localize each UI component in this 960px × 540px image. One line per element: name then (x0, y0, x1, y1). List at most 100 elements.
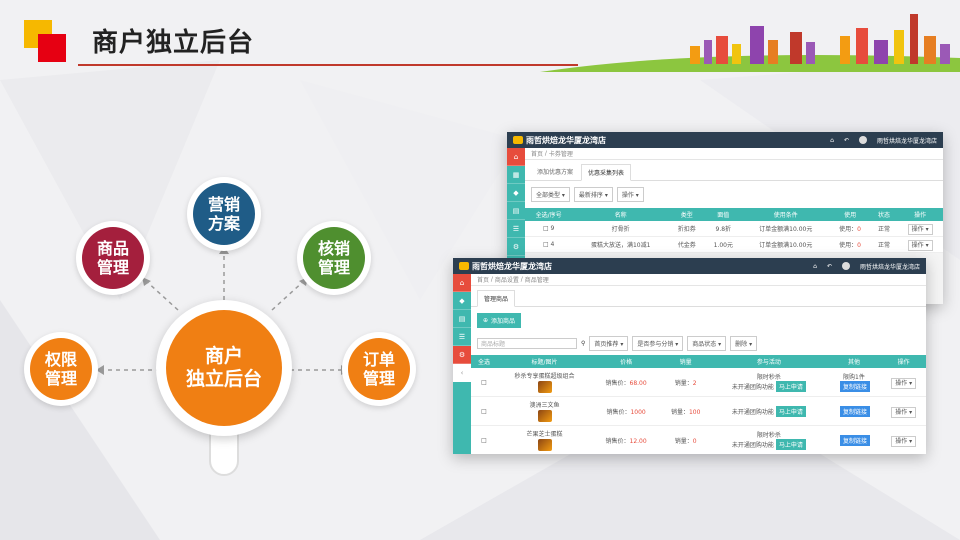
goods-title[interactable]: 秒杀专享蛋糕超级组合 (515, 373, 575, 380)
price-value: 68.00 (629, 379, 647, 387)
filter-type[interactable]: 全部类型 ▾ (531, 187, 570, 202)
goods-title[interactable]: 芒果芝士蛋糕 (527, 431, 563, 438)
sidebar-doc-icon[interactable]: ▤ (453, 310, 471, 328)
toolbar: ⊕ 添加商品 (471, 307, 926, 332)
user-name[interactable]: 雨哲烘焙龙华厦龙湾店 (877, 136, 937, 145)
filter-sort[interactable]: 最新排序 ▾ (573, 187, 613, 202)
goods-other: 限购1件 复制链接 (826, 368, 882, 397)
operate-button[interactable]: 操作 ▾ (907, 240, 933, 251)
topbar-right: ⌂ ↶ 雨哲烘焙龙华厦龙湾店 (813, 262, 920, 271)
use-count: 0 (857, 242, 861, 249)
filter-distribution[interactable]: 是否参与分销 ▾ (632, 336, 684, 351)
op-cell: 操作 ▾ (881, 368, 926, 397)
sidebar-list-icon[interactable]: ☰ (453, 328, 471, 346)
sidebar-home-icon[interactable]: ⌂ (507, 148, 525, 166)
sidebar-home-icon[interactable]: ⌂ (453, 274, 471, 292)
goods-title-cell: 秒杀专享蛋糕超级组合 (496, 368, 593, 397)
row-checkbox[interactable]: □ (471, 425, 497, 454)
op-cell: 操作 ▾ (881, 425, 926, 454)
add-goods-button[interactable]: ⊕ 添加商品 (477, 313, 522, 328)
avatar[interactable] (841, 262, 850, 270)
col-header: 使用条件 (742, 208, 830, 221)
breadcrumb: 首页 / 商品设置 / 商品管理 (471, 274, 926, 286)
sidebar-collapse-icon[interactable]: ‹ (453, 364, 471, 382)
row-no[interactable]: □ 9 (525, 221, 573, 237)
brand: 雨哲烘焙龙华厦龙湾店 (513, 135, 606, 146)
node-label: 管理 (362, 369, 395, 388)
col-header[interactable]: 全选 (471, 355, 497, 368)
operate-button[interactable]: 操作 ▾ (891, 377, 917, 389)
tab-manage-goods[interactable]: 管理商品 (477, 290, 516, 307)
coupon-type: 代金券 (669, 236, 705, 253)
sidebar-list-icon[interactable]: ☰ (507, 220, 525, 238)
feature-diagram: 商户 独立后台 营销 方案 商品 管理 核销 管理 权限 管理 订单 管理 (0, 150, 460, 540)
filter-status[interactable]: 商品状态 ▾ (687, 336, 727, 351)
crumb-item[interactable]: 商品管理 (525, 275, 549, 284)
tab-add-coupon[interactable]: 添加优惠方案 (531, 164, 579, 180)
goods-title[interactable]: 澳洲三文鱼 (530, 402, 560, 409)
col-header: 其他 (826, 355, 882, 368)
user-name[interactable]: 雨哲烘焙龙华厦龙湾店 (860, 262, 920, 271)
node-label: 管理 (96, 258, 129, 277)
operate-button[interactable]: 操作 ▾ (907, 224, 933, 235)
coupon-use: 使用：0 (829, 221, 871, 237)
apply-badge[interactable]: 马上申请 (775, 381, 806, 392)
topbar: 雨哲烘焙龙华厦龙湾店 ⌂ ↶ 雨哲烘焙龙华厦龙湾店 (453, 258, 926, 274)
filter-delete[interactable]: 删除 ▾ (730, 336, 758, 351)
avatar[interactable] (858, 136, 867, 144)
filter-action[interactable]: 操作 ▾ (616, 187, 644, 202)
col-header: 操作 (897, 208, 943, 221)
node-permission-management: 权限 管理 (30, 338, 92, 400)
apply-badge[interactable]: 马上申请 (775, 439, 806, 450)
home-icon[interactable]: ⌂ (830, 137, 834, 144)
sales-value: 100 (688, 408, 701, 416)
brand-logo-icon (513, 136, 523, 144)
sidebar-share-icon[interactable]: ⚙ (507, 238, 525, 256)
activity-1: 限时秒杀 (756, 374, 781, 381)
home-icon[interactable]: ⌂ (813, 263, 817, 270)
plus-icon: ⊕ (483, 317, 489, 324)
operate-button[interactable]: 操作 ▾ (891, 435, 917, 447)
search-input[interactable]: 商品标题 (477, 338, 577, 349)
copy-link-badge[interactable]: 复制链接 (839, 434, 870, 446)
crumb-item[interactable]: 首页 (531, 149, 543, 158)
row-no[interactable]: □ 4 (525, 236, 573, 253)
operate-button[interactable]: 操作 ▾ (891, 406, 917, 418)
coupon-type: 折扣券 (669, 221, 705, 237)
col-header: 参与活动 (711, 355, 827, 368)
sidebar-doc-icon[interactable]: ▤ (507, 202, 525, 220)
sidebar-tag-icon[interactable]: ◆ (507, 184, 525, 202)
filter-recommend[interactable]: 首页推荐 ▾ (589, 336, 629, 351)
col-header: 类型 (669, 208, 705, 221)
price-label: 销售价： (606, 408, 631, 416)
crumb-item[interactable]: 首页 (477, 275, 489, 284)
col-header: 销量 (660, 355, 712, 368)
apply-badge[interactable]: 马上申请 (775, 405, 806, 417)
copy-link-badge[interactable]: 复制链接 (839, 381, 870, 392)
back-icon[interactable]: ↶ (844, 137, 849, 144)
row-checkbox[interactable]: □ (471, 396, 497, 426)
tab-coupon-list[interactable]: 优惠采集列表 (581, 164, 632, 181)
crumb-item[interactable]: 卡券管理 (549, 149, 573, 158)
node-label: 订单 (362, 349, 395, 369)
col-header: 状态 (870, 208, 898, 221)
page-title: 商户独立后台 (92, 28, 255, 58)
copy-link-badge[interactable]: 复制链接 (839, 405, 870, 417)
search-icon[interactable]: ⚲ (581, 340, 585, 347)
op-cell: 操作 ▾ (897, 236, 943, 253)
crumb-item[interactable]: 商品设置 (495, 275, 519, 284)
use-count: 0 (857, 226, 861, 233)
sidebar-share-icon[interactable]: ⚙ (453, 346, 471, 364)
node-label: 管理 (317, 258, 350, 277)
sidebar-grid-icon[interactable]: ▦ (507, 166, 525, 184)
sidebar: ⌂ ◆ ▤ ☰ ⚙ ‹ (453, 274, 471, 454)
row-checkbox[interactable]: □ (471, 368, 497, 397)
price-value: 1000 (630, 408, 646, 416)
main-area: 首页 / 商品设置 / 商品管理 管理商品 ⊕ 添加商品 商品标题 ⚲ 首页推荐 … (471, 274, 926, 454)
back-icon[interactable]: ↶ (827, 263, 832, 270)
sidebar-tag-icon[interactable]: ◆ (453, 292, 471, 310)
col-header[interactable]: 全选/序号 (525, 208, 573, 221)
topbar-right: ⌂ ↶ 雨哲烘焙龙华厦龙湾店 (830, 136, 937, 145)
node-label: 营销 (207, 194, 240, 214)
coupon-name: 打骨折 (572, 221, 670, 237)
